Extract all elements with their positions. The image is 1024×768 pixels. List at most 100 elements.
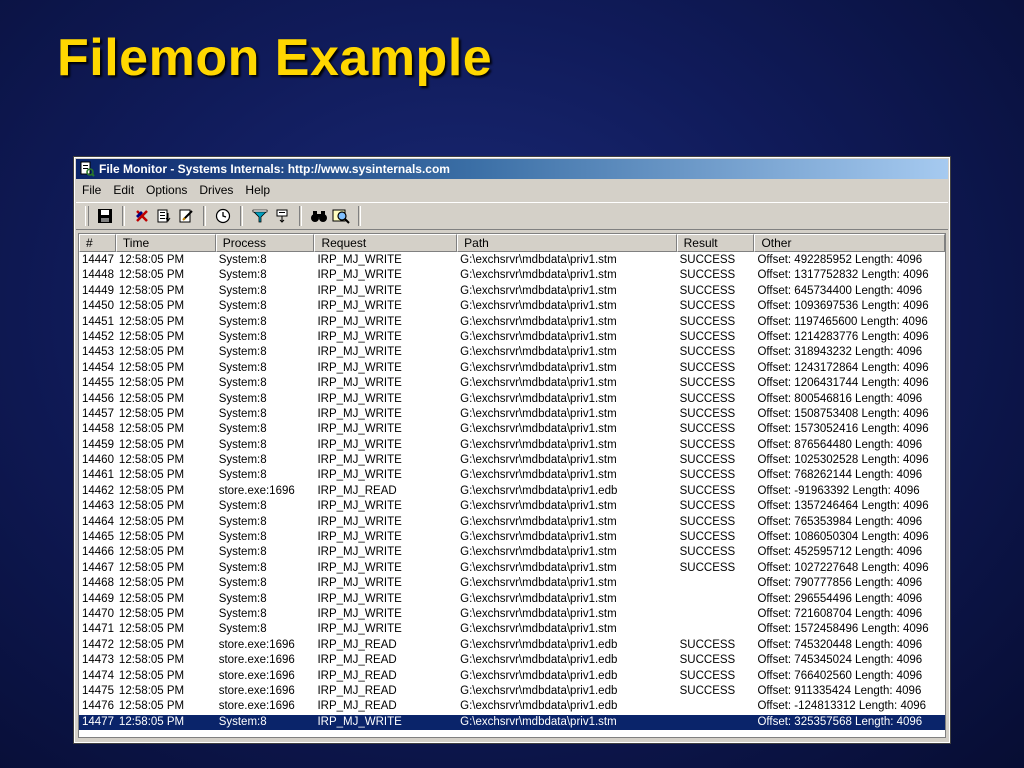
cell-other: Offset: 745320448 Length: 4096 [757, 638, 923, 651]
cell-other: Offset: 1317752832 Length: 4096 [757, 269, 929, 282]
table-row[interactable]: 14450 12:58:05 PM System:8 IRP_MJ_WRITE G:\e… [79, 299, 945, 314]
column-header-other[interactable]: Other [754, 234, 945, 252]
table-row[interactable]: 14449 12:58:05 PM System:8 IRP_MJ_WRITE G:\e… [79, 284, 945, 299]
cell-result: SUCCESS [679, 377, 736, 390]
cell-request: IRP_MJ_WRITE [317, 361, 402, 374]
table-row[interactable]: 14454 12:58:05 PM System:8 IRP_MJ_WRITE G:\e… [79, 361, 945, 376]
table-row[interactable]: 14473 12:58:05 PM store.exe:1696 IRP_MJ_REA… [79, 653, 945, 668]
table-row[interactable]: 14474 12:58:05 PM store.exe:1696 IRP_MJ_REA… [79, 669, 945, 684]
cell-time: 12:58:05 PM [118, 531, 185, 544]
event-list[interactable]: # Time Process Request Path Result Other… [78, 233, 946, 738]
table-row[interactable]: 14448 12:58:05 PM System:8 IRP_MJ_WRITE G:\e… [79, 268, 945, 283]
menu-options[interactable]: Options [140, 180, 193, 200]
table-row[interactable]: 14475 12:58:05 PM store.exe:1696 IRP_MJ_REA… [79, 684, 945, 699]
highlight-button[interactable] [271, 205, 293, 227]
capture-button[interactable] [131, 205, 153, 227]
autoscroll-button[interactable] [153, 205, 175, 227]
cell-path: G:\exchsrvr\mdbdata\priv1.edb [460, 654, 618, 667]
table-row[interactable]: 14464 12:58:05 PM System:8 IRP_MJ_WRITE G:\e… [79, 515, 945, 530]
window-titlebar[interactable]: File Monitor - Systems Internals: http:/… [76, 159, 948, 179]
cell-result: SUCCESS [679, 315, 736, 328]
cell-result [677, 607, 755, 622]
cell-number: 14473 [82, 654, 114, 667]
table-row[interactable]: 14471 12:58:05 PM System:8 IRP_MJ_WRITE G:\e… [79, 622, 945, 637]
table-row[interactable]: 14455 12:58:05 PM System:8 IRP_MJ_WRITE G:\e… [79, 376, 945, 391]
table-row-selected[interactable]: 14477 12:58:05 PM System:8 IRP_MJ_WRITE G:\e… [79, 714, 945, 731]
cell-time: 12:58:05 PM [118, 269, 185, 282]
cell-path: G:\exchsrvr\mdbdata\priv1.stm [460, 377, 617, 390]
cell-request: IRP_MJ_READ [317, 484, 397, 497]
table-row[interactable]: 14468 12:58:05 PM System:8 IRP_MJ_WRITE G:\e… [79, 576, 945, 591]
time-icon [215, 208, 231, 224]
time-format-button[interactable] [212, 205, 234, 227]
cell-path: G:\exchsrvr\mdbdata\priv1.stm [460, 284, 617, 297]
cell-request: IRP_MJ_WRITE [317, 346, 402, 359]
cell-other: Offset: 1243172864 Length: 4096 [757, 361, 929, 374]
cell-time: 12:58:05 PM [118, 654, 185, 667]
table-row[interactable]: 14457 12:58:05 PM System:8 IRP_MJ_WRITE G:\e… [79, 407, 945, 422]
table-row[interactable]: 14451 12:58:05 PM System:8 IRP_MJ_WRITE G:\e… [79, 315, 945, 330]
cell-request: IRP_MJ_READ [317, 654, 397, 667]
column-header-result[interactable]: Result [676, 234, 755, 252]
table-row[interactable]: 14463 12:58:05 PM System:8 IRP_MJ_WRITE G:\e… [79, 499, 945, 514]
column-header-path[interactable]: Path [457, 234, 677, 252]
cell-other: Offset: 296554496 Length: 4096 [757, 592, 923, 605]
menu-edit[interactable]: Edit [107, 180, 140, 200]
cell-result: SUCCESS [679, 531, 736, 544]
cell-request: IRP_MJ_WRITE [317, 407, 402, 420]
table-row[interactable]: 14453 12:58:05 PM System:8 IRP_MJ_WRITE G:\e… [79, 345, 945, 360]
cell-number: 14466 [82, 546, 114, 559]
cell-other: Offset: 1206431744 Length: 4096 [757, 377, 929, 390]
table-row[interactable]: 14452 12:58:05 PM System:8 IRP_MJ_WRITE G:\e… [79, 330, 945, 345]
cell-number: 14451 [82, 315, 114, 328]
column-header-number[interactable]: # [79, 234, 116, 252]
cell-process: System:8 [218, 715, 267, 728]
cell-number: 14461 [82, 469, 114, 482]
cell-other: Offset: 1357246464 Length: 4096 [757, 500, 929, 513]
table-row[interactable]: 14466 12:58:05 PM System:8 IRP_MJ_WRITE G:\e… [79, 545, 945, 560]
table-row[interactable]: 14460 12:58:05 PM System:8 IRP_MJ_WRITE G:\e… [79, 453, 945, 468]
cell-time: 12:58:05 PM [118, 484, 185, 497]
table-row[interactable]: 14462 12:58:05 PM store.exe:1696 IRP_MJ_REA… [79, 484, 945, 499]
table-row[interactable]: 14476 12:58:05 PM store.exe:1696 IRP_MJ_REA… [79, 699, 945, 714]
clear-button[interactable] [175, 205, 197, 227]
cell-path: G:\exchsrvr\mdbdata\priv1.stm [460, 423, 617, 436]
column-header-time[interactable]: Time [115, 234, 216, 252]
filter-button[interactable] [249, 205, 271, 227]
cell-path: G:\exchsrvr\mdbdata\priv1.stm [460, 715, 617, 728]
table-row[interactable]: 14470 12:58:05 PM System:8 IRP_MJ_WRITE G:\e… [79, 607, 945, 622]
table-row[interactable]: 14459 12:58:05 PM System:8 IRP_MJ_WRITE G:\e… [79, 438, 945, 453]
cell-time: 12:58:05 PM [118, 300, 185, 313]
cell-request: IRP_MJ_READ [317, 700, 397, 713]
table-row[interactable]: 14458 12:58:05 PM System:8 IRP_MJ_WRITE G:\e… [79, 422, 945, 437]
cell-path: G:\exchsrvr\mdbdata\priv1.stm [460, 515, 617, 528]
toolbar-separator [203, 206, 206, 226]
cell-process: System:8 [218, 300, 267, 313]
table-row[interactable]: 14469 12:58:05 PM System:8 IRP_MJ_WRITE G:\e… [79, 592, 945, 607]
cell-path: G:\exchsrvr\mdbdata\priv1.stm [460, 330, 617, 343]
table-row[interactable]: 14456 12:58:05 PM System:8 IRP_MJ_WRITE G:\e… [79, 392, 945, 407]
explore-icon [332, 209, 350, 224]
cell-request: IRP_MJ_WRITE [317, 546, 402, 559]
table-row[interactable]: 14472 12:58:05 PM store.exe:1696 IRP_MJ_REA… [79, 638, 945, 653]
cell-process: System:8 [218, 407, 267, 420]
menu-drives[interactable]: Drives [193, 180, 239, 200]
cell-time: 12:58:05 PM [118, 284, 185, 297]
cell-result: SUCCESS [679, 515, 736, 528]
cell-request: IRP_MJ_WRITE [317, 531, 402, 544]
column-header-process[interactable]: Process [215, 234, 315, 252]
cell-process: store.exe:1696 [218, 669, 295, 682]
cell-process: store.exe:1696 [218, 638, 295, 651]
table-row[interactable]: 14465 12:58:05 PM System:8 IRP_MJ_WRITE G:\e… [79, 530, 945, 545]
table-row[interactable]: 14461 12:58:05 PM System:8 IRP_MJ_WRITE G:\e… [79, 468, 945, 483]
save-button[interactable] [94, 205, 116, 227]
cell-path: G:\exchsrvr\mdbdata\priv1.stm [460, 254, 617, 266]
table-row[interactable]: 14447 12:58:05 PM System:8 IRP_MJ_WRITE G:\e… [79, 253, 945, 268]
explore-button[interactable] [330, 205, 352, 227]
column-header-request[interactable]: Request [314, 234, 458, 252]
menu-file[interactable]: File [76, 180, 107, 200]
cell-other: Offset: 492285952 Length: 4096 [757, 254, 923, 266]
menu-help[interactable]: Help [239, 180, 276, 200]
find-button[interactable] [308, 205, 330, 227]
table-row[interactable]: 14467 12:58:05 PM System:8 IRP_MJ_WRITE G:\e… [79, 561, 945, 576]
